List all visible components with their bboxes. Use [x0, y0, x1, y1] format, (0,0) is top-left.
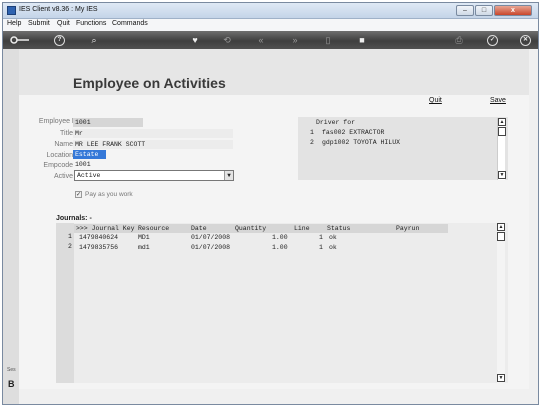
empcode-label: Empcode	[43, 162, 73, 169]
journal-row-num: 1	[68, 233, 72, 240]
journals-label: Journals: -	[56, 215, 92, 222]
app-window: IES Client v8.36 : My IES – □ x Help Sub…	[2, 2, 539, 405]
driver-for-header: Driver for	[316, 119, 356, 126]
name-field[interactable]: MR LEE FRANK SCOTT	[73, 140, 233, 149]
quantity-cell: 1.00	[272, 234, 288, 241]
toolbar: ? ⌕ ♥ ⟲ « » ▯ ■ ⎙ ✓ ✕	[3, 31, 538, 49]
journals-scrollbar[interactable]: ▲ ▼	[497, 223, 505, 383]
name-label: Name	[54, 141, 73, 148]
driver-row-text[interactable]: fas002 EXTRACTOR	[322, 129, 384, 136]
empcode-field[interactable]: 1001	[73, 160, 133, 169]
resource-cell: MD1	[138, 234, 150, 241]
scroll-up-icon[interactable]: ▲	[497, 223, 505, 231]
forward-icon[interactable]: »	[288, 34, 302, 46]
column-header[interactable]: Resource	[138, 224, 169, 233]
close-icon[interactable]: ✕	[520, 35, 531, 46]
key-icon[interactable]	[9, 34, 31, 46]
journal-key-cell: 1479835756	[79, 244, 119, 251]
search-icon[interactable]: ⌕	[87, 34, 101, 46]
pay-as-you-work-checkbox[interactable]: ✓	[75, 191, 82, 198]
page-title: Employee on Activities	[73, 75, 226, 91]
driver-for-panel: Driver for 1 fas002 EXTRACTOR 2 gdp1002 …	[298, 117, 508, 180]
window-title: IES Client v8.36 : My IES	[19, 6, 98, 13]
refresh-icon[interactable]: ⟲	[220, 34, 234, 46]
location-label: Location	[46, 152, 73, 159]
status-cell: ok	[329, 234, 337, 241]
column-header[interactable]: Payrun	[396, 224, 419, 233]
resource-cell: md1	[138, 244, 150, 251]
ok-icon[interactable]: ✓	[487, 35, 498, 46]
chevron-down-icon[interactable]: ▼	[224, 171, 233, 180]
driver-row-text[interactable]: gdp1002 TOYOTA HILUX	[322, 139, 400, 146]
document-icon[interactable]: ▯	[321, 34, 335, 46]
maximize-button[interactable]: □	[475, 5, 493, 16]
column-header[interactable]: Status	[327, 224, 350, 233]
save-link[interactable]: Save	[490, 97, 506, 104]
title-bar: IES Client v8.36 : My IES – □ x	[3, 3, 538, 19]
active-dropdown[interactable]: Active ▼	[74, 170, 234, 181]
journal-row-num: 2	[68, 243, 72, 250]
date-cell: 01/07/2008	[191, 244, 231, 251]
journals-row-gutter: 1 2	[56, 223, 74, 383]
journals-header-row: >>> Journal Key Resource Date Quantity L…	[74, 224, 448, 233]
date-cell: 01/07/2008	[191, 234, 231, 241]
main-content: Employee on Activities Quit Save Employe…	[19, 49, 529, 389]
table-row[interactable]: 1479840624 MD1 01/07/2008 1.00 1 ok	[74, 233, 448, 242]
pay-as-you-work-label: Pay as you work	[85, 191, 133, 198]
line-cell: 1	[319, 234, 323, 241]
menu-bar: Help Submit Quit Functions Commands	[3, 19, 538, 31]
minimize-button[interactable]: –	[456, 5, 474, 16]
column-header[interactable]: Quantity	[235, 224, 266, 233]
quantity-cell: 1.00	[272, 244, 288, 251]
print-icon[interactable]: ⎙	[452, 34, 466, 46]
scroll-down-icon[interactable]: ▼	[497, 374, 505, 382]
menu-commands[interactable]: Commands	[112, 20, 148, 27]
driver-row-num: 1	[310, 129, 314, 136]
column-header[interactable]: Line	[294, 224, 310, 233]
scroll-thumb[interactable]	[498, 127, 506, 136]
back-icon[interactable]: «	[254, 34, 268, 46]
title-field[interactable]: Mr	[73, 129, 233, 138]
table-row[interactable]: 1479835756 md1 01/07/2008 1.00 1 ok	[74, 243, 448, 252]
app-icon	[7, 6, 16, 15]
scroll-down-icon[interactable]: ▼	[498, 171, 506, 179]
employee-key-field[interactable]: 1001	[73, 118, 143, 127]
journal-key-cell: 1479840624	[79, 234, 119, 241]
side-panel-strip: Ses B	[3, 49, 19, 404]
driver-for-scrollbar[interactable]: ▲ ▼	[497, 118, 506, 180]
quit-link[interactable]: Quit	[429, 97, 442, 104]
location-field[interactable]: Estate 1	[73, 150, 106, 167]
title-label: Title	[60, 130, 73, 137]
scroll-thumb[interactable]	[497, 232, 505, 241]
line-cell: 1	[319, 244, 323, 251]
active-label: Active	[53, 173, 73, 180]
driver-row-num: 2	[310, 139, 314, 146]
side-label: Ses	[7, 367, 16, 373]
menu-submit[interactable]: Submit	[28, 20, 50, 27]
help-icon[interactable]: ?	[54, 35, 65, 46]
status-cell: ok	[329, 244, 337, 251]
side-b-icon[interactable]: B	[8, 379, 15, 389]
column-header[interactable]: >>> Journal Key	[76, 224, 135, 233]
menu-help[interactable]: Help	[7, 20, 21, 27]
scroll-up-icon[interactable]: ▲	[498, 118, 506, 126]
menu-quit[interactable]: Quit	[57, 20, 70, 27]
stop-icon[interactable]: ■	[355, 34, 369, 46]
favorite-icon[interactable]: ♥	[188, 34, 202, 46]
column-header[interactable]: Date	[191, 224, 207, 233]
menu-functions[interactable]: Functions	[76, 20, 106, 27]
active-dropdown-value: Active	[77, 172, 101, 179]
close-window-button[interactable]: x	[494, 5, 532, 16]
